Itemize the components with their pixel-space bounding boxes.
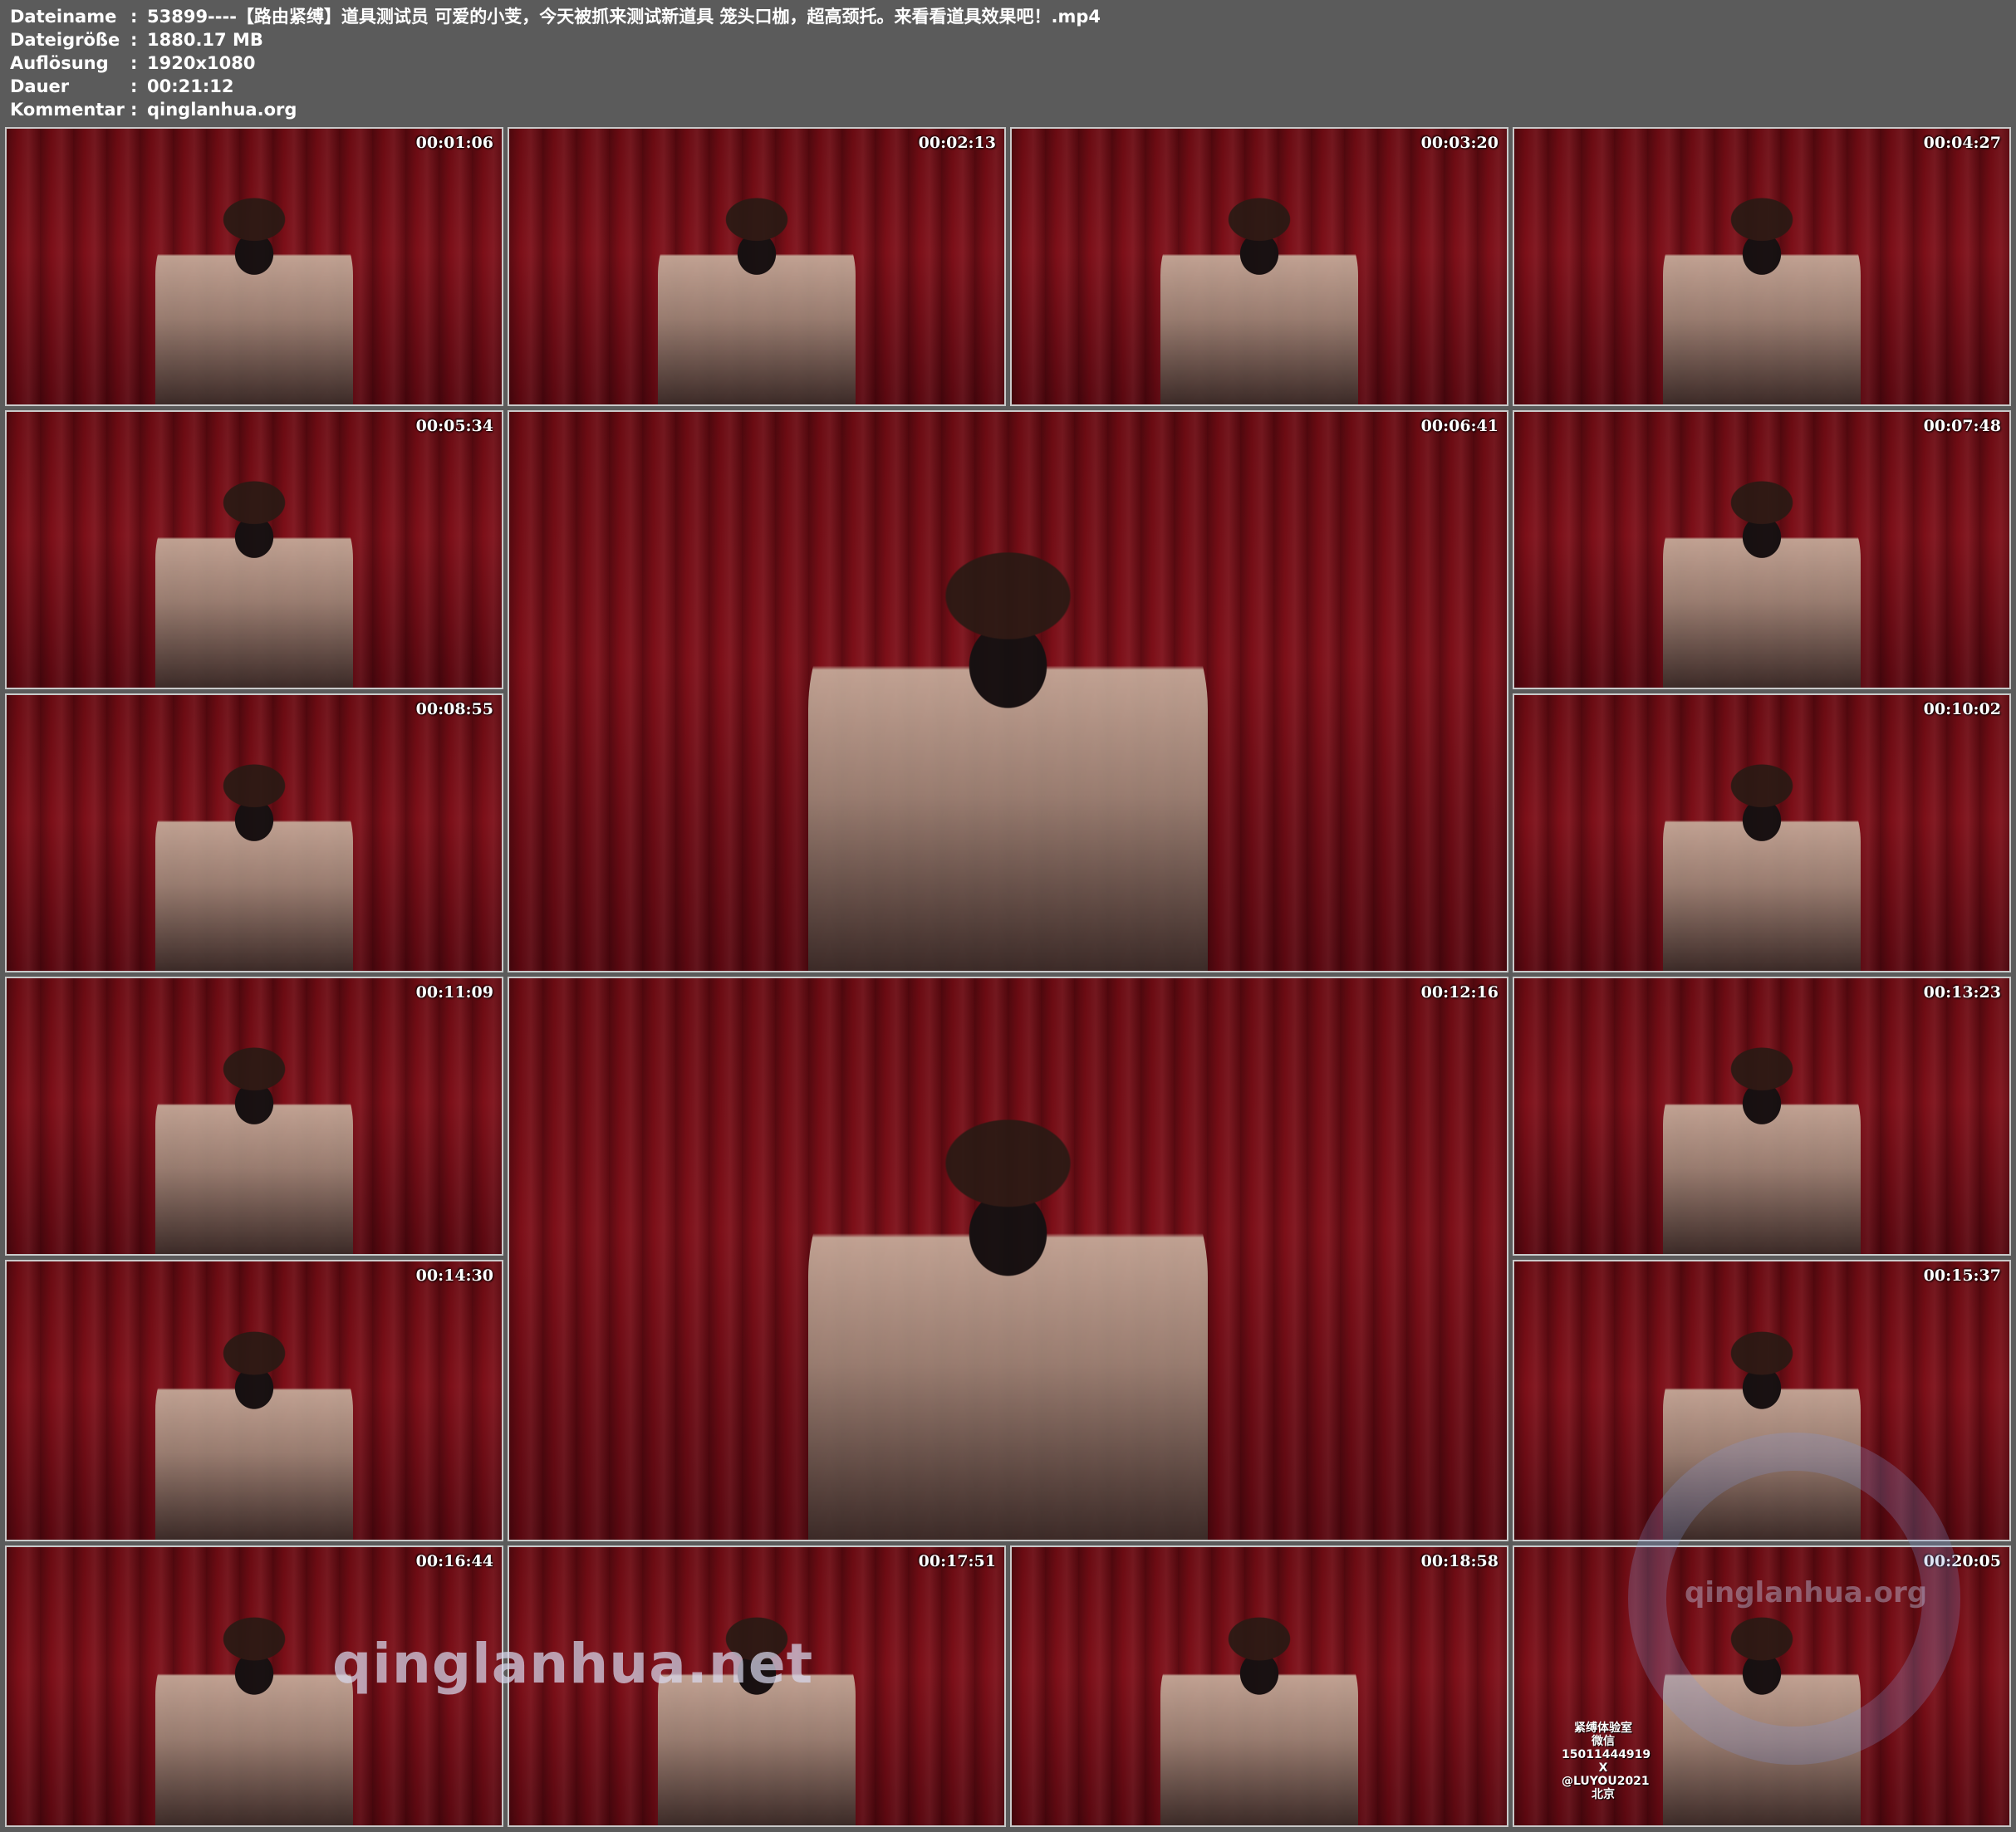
watermark-center: qinglanhua.net — [332, 1632, 814, 1696]
scene-figure — [1662, 1039, 1861, 1254]
scene-figure — [657, 189, 856, 404]
scene-figure — [155, 756, 354, 971]
timestamp-label: 00:02:13 — [918, 134, 996, 152]
timestamp-label: 00:05:34 — [415, 417, 493, 435]
scene-figure — [808, 1101, 1208, 1540]
thumbnail-frame[interactable]: 00:13:23 — [1513, 977, 2011, 1256]
timestamp-label: 00:17:51 — [918, 1552, 996, 1570]
thumbnail-frame[interactable]: 00:14:30 — [5, 1260, 503, 1541]
timestamp-label: 00:10:02 — [1923, 700, 2001, 718]
stamp-line: X @LUYOU2021 — [1562, 1761, 1650, 1788]
scene-figure — [1160, 1608, 1359, 1825]
scene-figure — [155, 1039, 354, 1254]
thumbnail-frame[interactable]: 00:07:48 — [1513, 410, 2011, 689]
scene-figure — [1160, 189, 1359, 404]
scene-figure — [1662, 189, 1861, 404]
timestamp-label: 00:07:48 — [1923, 417, 2001, 435]
thumbnail-frame[interactable]: 00:10:02 — [1513, 693, 2011, 972]
timestamp-label: 00:12:16 — [1420, 983, 1499, 1002]
timestamp-label: 00:03:20 — [1420, 134, 1499, 152]
timestamp-label: 00:14:30 — [415, 1266, 493, 1285]
thumbnail-frame[interactable]: 00:03:20 — [1010, 127, 1508, 406]
thumbnail-frame[interactable]: 00:01:06 — [5, 127, 503, 406]
scene-figure — [808, 535, 1208, 971]
scene-figure — [1662, 473, 1861, 688]
thumbnail-frame[interactable]: 00:18:58 — [1010, 1545, 1508, 1827]
stamp-line: 微信 15011444919 — [1562, 1735, 1651, 1761]
scene-figure — [155, 189, 354, 404]
timestamp-label: 00:13:23 — [1923, 983, 2001, 1002]
timestamp-label: 00:06:41 — [1420, 417, 1499, 435]
timestamp-label: 00:08:55 — [415, 700, 493, 718]
stamp-line: 北京 — [1592, 1788, 1615, 1801]
timestamp-label: 00:16:44 — [415, 1552, 493, 1570]
thumbnail-frame[interactable]: 00:04:27 — [1513, 127, 2011, 406]
thumbnail-frame[interactable]: 00:08:55 — [5, 693, 503, 972]
timestamp-label: 00:11:09 — [415, 983, 493, 1002]
thumbnail-frame[interactable]: 00:11:09 — [5, 977, 503, 1256]
thumbnail-frame[interactable]: 00:02:13 — [508, 127, 1006, 406]
stamp-line: 紧缚体验室 — [1574, 1722, 1632, 1735]
studio-stamp: 紧缚体验室 微信 15011444919 X @LUYOU2021 北京 — [1562, 1722, 1651, 1801]
scene-figure — [1662, 756, 1861, 971]
thumbnail-frame[interactable]: 00:05:34 — [5, 410, 503, 689]
scene-figure — [155, 473, 354, 688]
timestamp-label: 00:04:27 — [1923, 134, 2001, 152]
thumbnail-frame-large[interactable]: 00:06:41 — [508, 410, 1508, 972]
timestamp-label: 00:01:06 — [415, 134, 493, 152]
scene-figure — [155, 1608, 354, 1825]
watermark-corner: qinglanhua.org — [1685, 1576, 1928, 1609]
thumbnail-frame-large[interactable]: 00:12:16 — [508, 977, 1508, 1541]
scene-figure — [155, 1322, 354, 1540]
timestamp-label: 00:18:58 — [1420, 1552, 1499, 1570]
timestamp-label: 00:15:37 — [1923, 1266, 2001, 1285]
